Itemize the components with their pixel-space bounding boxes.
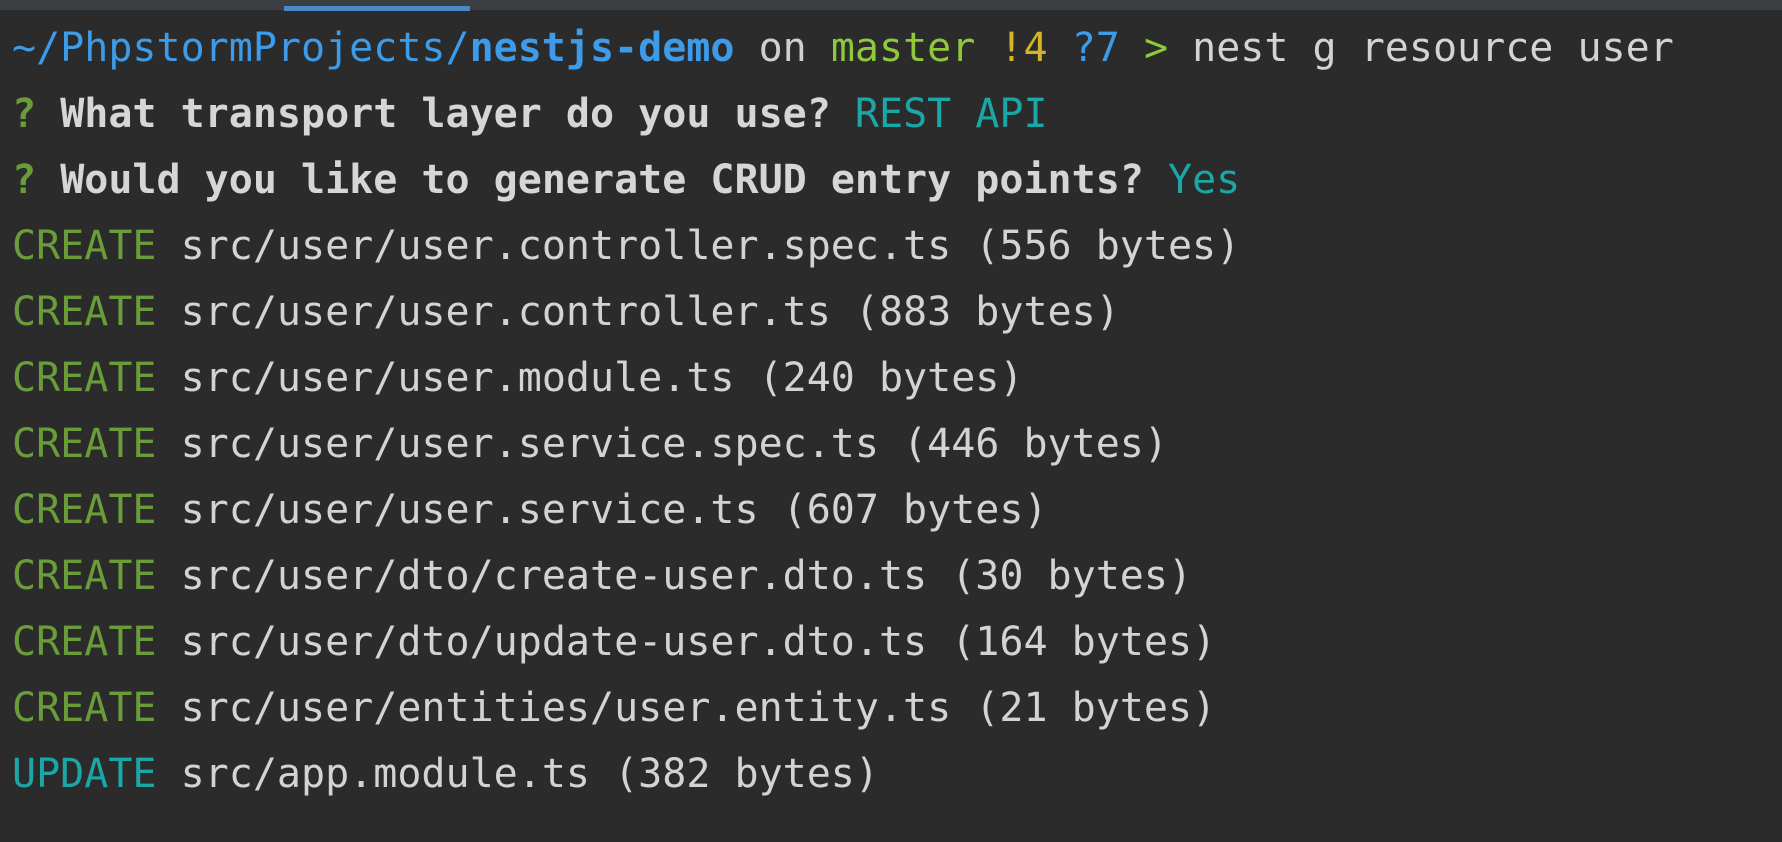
question-text: Would you like to generate CRUD entry po… — [60, 157, 1144, 203]
action-file: src/user/user.controller.ts (883 bytes) — [180, 289, 1120, 335]
output-line: CREATE src/user/dto/update-user.dto.ts (… — [12, 614, 1782, 680]
question-text: What transport layer do you use? — [60, 91, 831, 137]
terminal-tab-strip — [0, 0, 1782, 11]
action-kind: CREATE — [12, 421, 157, 467]
question-answer: REST API — [854, 91, 1048, 137]
action-kind: CREATE — [12, 487, 157, 533]
action-kind: CREATE — [12, 355, 157, 401]
action-file: src/app.module.ts (382 bytes) — [180, 751, 879, 797]
action-file: src/user/user.controller.spec.ts (556 by… — [180, 223, 1241, 269]
output-line: CREATE src/user/user.controller.spec.ts … — [12, 218, 1782, 284]
action-kind: CREATE — [12, 289, 157, 335]
action-kind: UPDATE — [12, 751, 157, 797]
action-kind: CREATE — [12, 619, 157, 665]
prompt-line: ~/PhpstormProjects/nestjs-demo on master… — [12, 20, 1782, 86]
output-line: CREATE src/user/user.controller.ts (883 … — [12, 284, 1782, 350]
question-mark: ? — [12, 157, 37, 203]
action-kind: CREATE — [12, 553, 157, 599]
question-mark: ? — [12, 91, 37, 137]
prompt-on-text: on — [758, 25, 807, 71]
question-answer: Yes — [1167, 157, 1241, 203]
question-line: ? Would you like to generate CRUD entry … — [12, 152, 1782, 218]
output-line: CREATE src/user/user.service.spec.ts (44… — [12, 416, 1782, 482]
output-line: CREATE src/user/user.service.ts (607 byt… — [12, 482, 1782, 548]
output-line: CREATE src/user/entities/user.entity.ts … — [12, 680, 1782, 746]
output-line: CREATE src/user/user.module.ts (240 byte… — [12, 350, 1782, 416]
action-file: src/user/dto/update-user.dto.ts (164 byt… — [180, 619, 1217, 665]
git-branch: master — [830, 25, 976, 71]
question-line: ? What transport layer do you use? REST … — [12, 86, 1782, 152]
output-line: CREATE src/user/dto/create-user.dto.ts (… — [12, 548, 1782, 614]
action-file: src/user/entities/user.entity.ts (21 byt… — [180, 685, 1217, 731]
terminal-window[interactable]: ~/PhpstormProjects/nestjs-demo on master… — [0, 0, 1782, 842]
action-file: src/user/user.service.ts (607 bytes) — [180, 487, 1048, 533]
prompt-arrow: > — [1143, 25, 1169, 71]
action-file: src/user/dto/create-user.dto.ts (30 byte… — [180, 553, 1193, 599]
git-untracked-count: ?7 — [1071, 25, 1120, 71]
active-tab-indicator[interactable] — [284, 6, 470, 11]
prompt-directory: nestjs-demo — [469, 25, 735, 71]
action-file: src/user/user.module.ts (240 bytes) — [180, 355, 1024, 401]
action-kind: CREATE — [12, 223, 157, 269]
prompt-path: ~/PhpstormProjects/ — [12, 25, 470, 71]
terminal-output: ~/PhpstormProjects/nestjs-demo on master… — [12, 20, 1782, 812]
action-kind: CREATE — [12, 685, 157, 731]
git-modified-count: !4 — [999, 25, 1048, 71]
command-text[interactable]: nest g resource user — [1192, 25, 1674, 71]
output-line: UPDATE src/app.module.ts (382 bytes) — [12, 746, 1782, 812]
action-file: src/user/user.service.spec.ts (446 bytes… — [180, 421, 1168, 467]
